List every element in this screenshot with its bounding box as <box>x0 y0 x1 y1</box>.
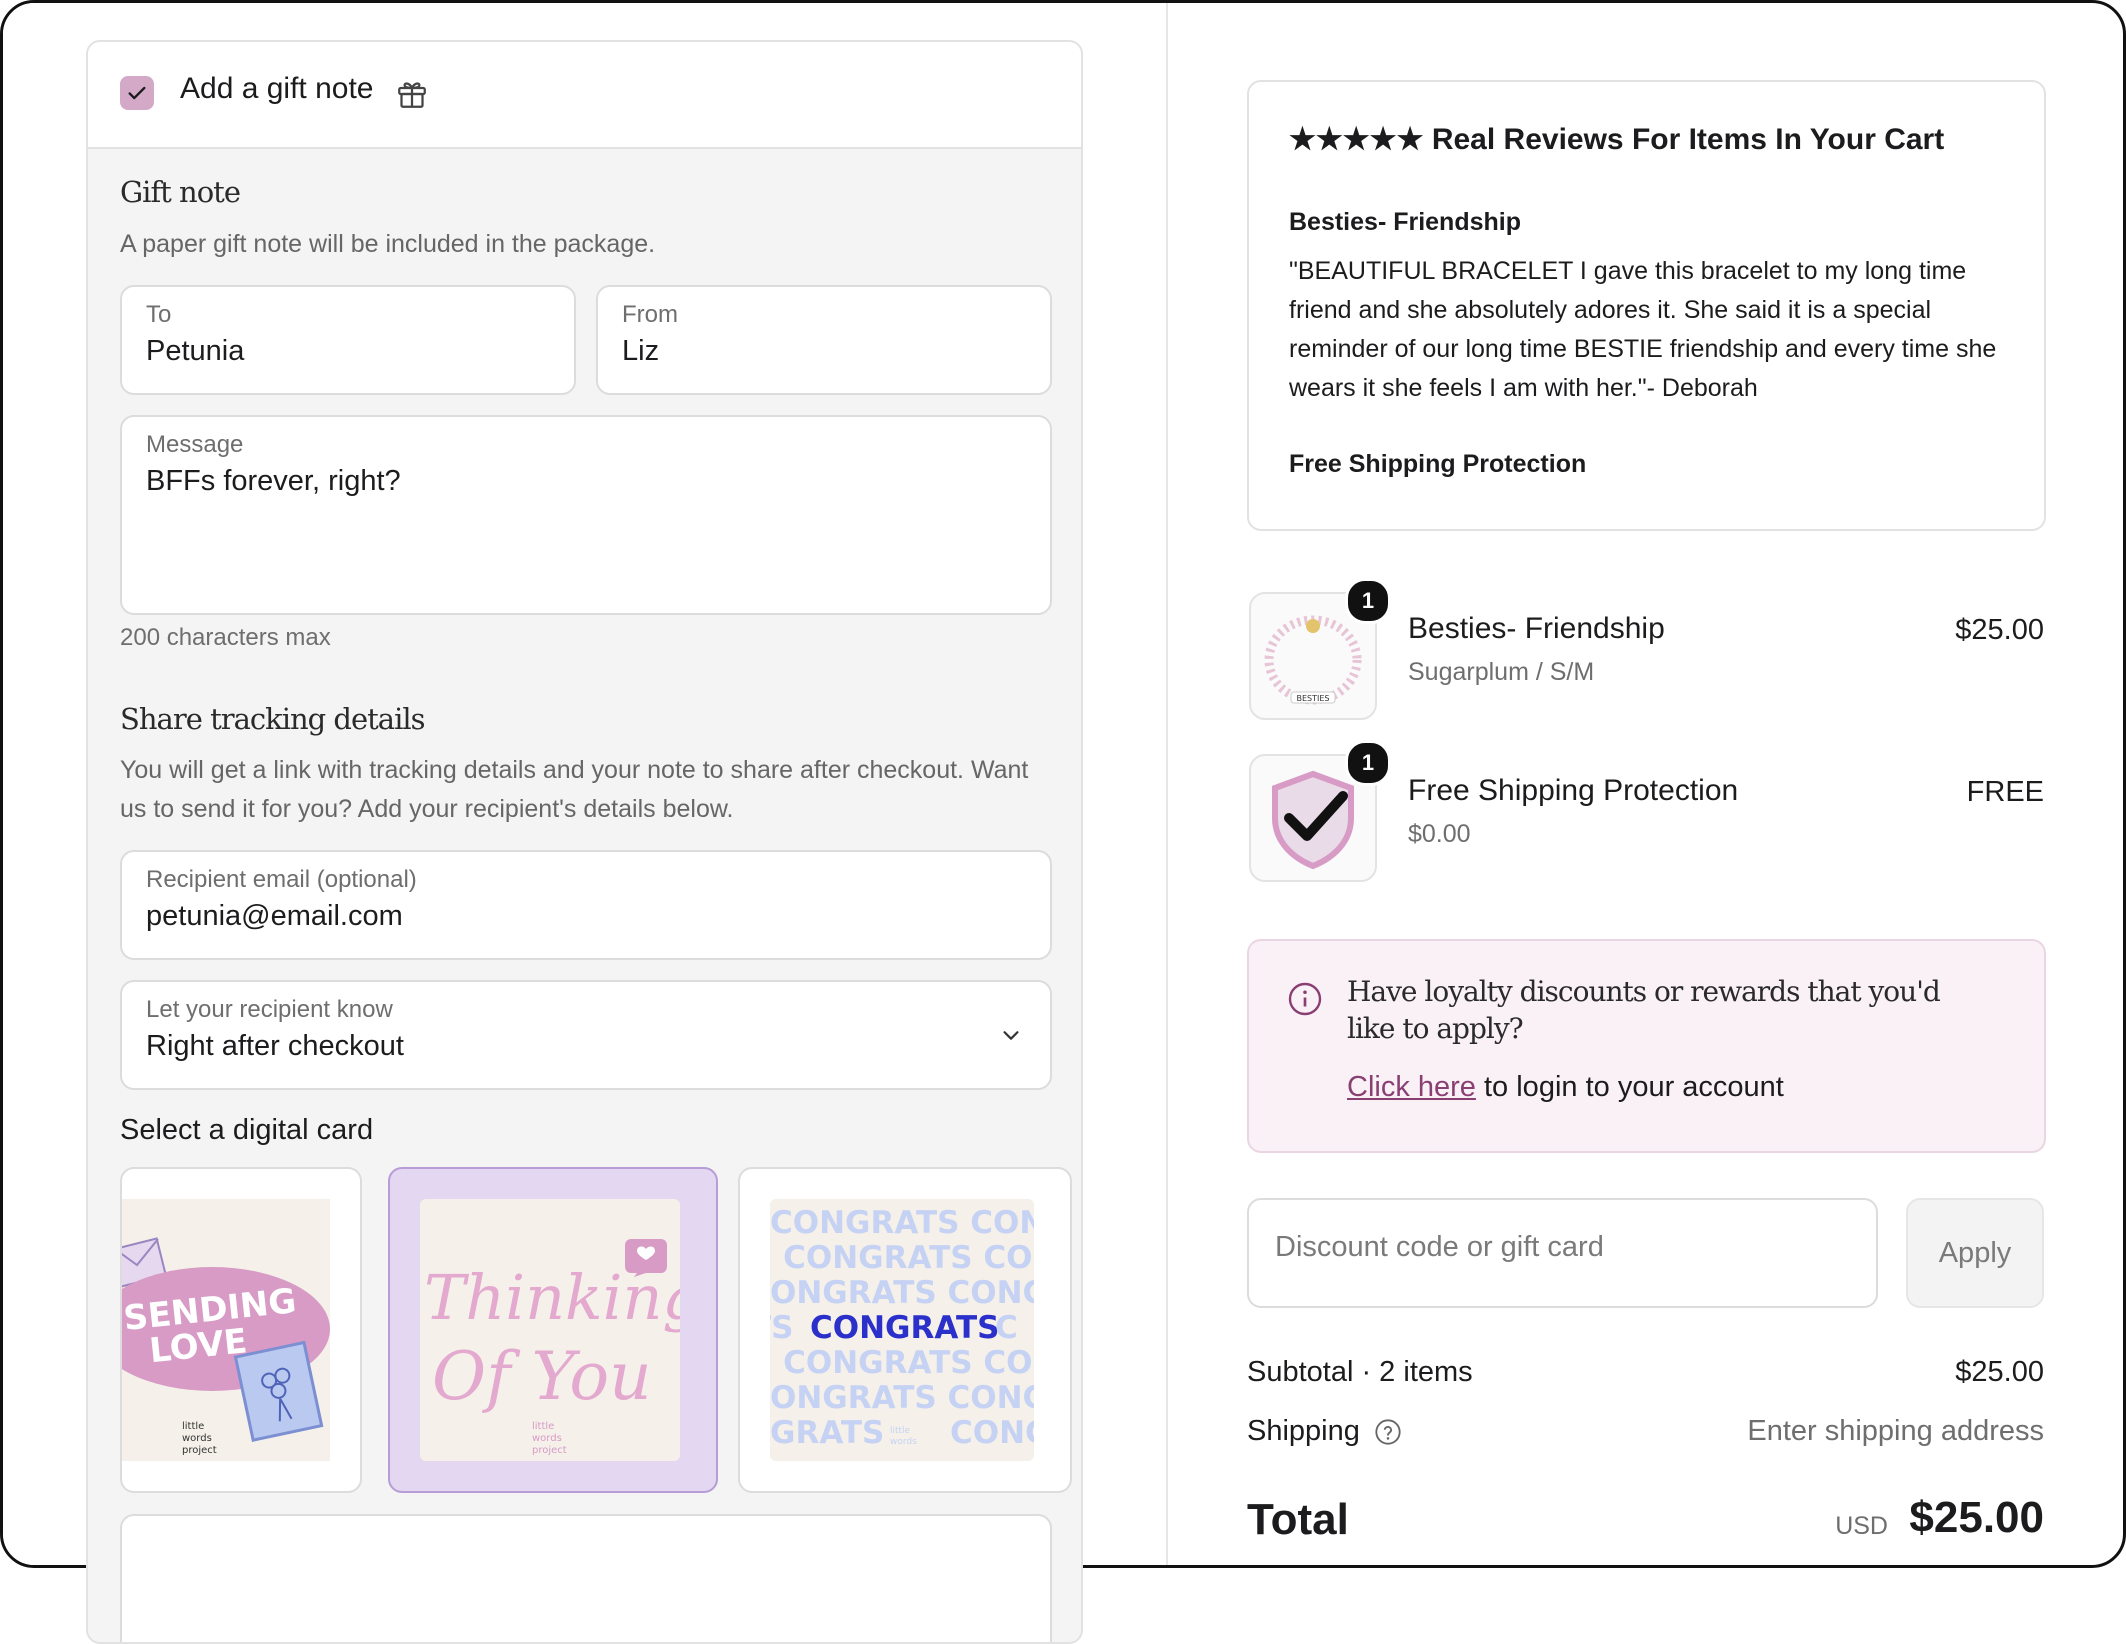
svg-text:project: project <box>532 1445 567 1456</box>
chevron-down-icon <box>1003 1031 1019 1040</box>
sending-love-art: SENDING LOVE little words project <box>122 1237 330 1456</box>
subtotal-value: $25.00 <box>1955 1356 2044 1388</box>
discount-field[interactable] <box>1247 1198 1878 1308</box>
shipping-label: Shipping <box>1247 1415 1360 1447</box>
digital-card-thinking-of-you[interactable]: Thinking Of You little words project <box>388 1167 718 1493</box>
card-image-thinking-of-you: Thinking Of You little words project <box>420 1199 680 1461</box>
svg-text:CONGRATS CONG: CONGRATS CONG <box>770 1205 1034 1241</box>
star-rating: ★★★★★ <box>1289 123 1424 156</box>
next-section-field <box>120 1514 1052 1642</box>
svg-text:ONGRATS CONGR: ONGRATS CONGR <box>770 1380 1034 1416</box>
item-variant: Sugarplum / S/M <box>1408 658 1595 686</box>
svg-text:CONGRATS: CONGRATS <box>810 1310 999 1346</box>
notify-value: Right after checkout <box>146 1030 404 1062</box>
item-name: Free Shipping Protection <box>1408 774 1739 807</box>
login-link[interactable]: Click here <box>1347 1071 1476 1103</box>
card-image-sending-love: SENDING LOVE little words project <box>122 1199 330 1461</box>
discount-input[interactable] <box>1273 1230 1837 1265</box>
recipient-email-field[interactable]: Recipient email (optional) petunia@email… <box>120 850 1052 960</box>
svg-text:TS: TS <box>770 1310 793 1346</box>
digital-card-congrats[interactable]: CONGRATS CONG S CONGRATS CON ONGRATS CON… <box>738 1167 1072 1493</box>
svg-text:little: little <box>182 1421 204 1432</box>
gift-note-title: Add a gift note <box>180 72 374 105</box>
loyalty-text: Have loyalty discounts or rewards that y… <box>1347 975 1941 1045</box>
reviews-title: ★★★★★ Real Reviews For Items In Your Car… <box>1289 122 1944 157</box>
gift-note-description: A paper gift note will be included in th… <box>120 230 656 258</box>
shipping-value: Enter shipping address <box>1747 1415 2044 1447</box>
gift-note-checkbox[interactable] <box>120 76 154 110</box>
item-price: FREE <box>1966 776 2044 808</box>
svg-text:CONG: CONG <box>950 1415 1034 1451</box>
recipient-email-label: Recipient email (optional) <box>146 866 417 893</box>
subtotal-label: Subtotal · 2 items <box>1247 1356 1473 1388</box>
svg-text:S CONGRATS CON: S CONGRATS CON <box>770 1345 1034 1381</box>
svg-text:S CONGRATS CON: S CONGRATS CON <box>770 1240 1034 1276</box>
to-value[interactable]: Petunia <box>146 335 244 368</box>
shipping-row: Shipping <box>1247 1415 1402 1448</box>
tracking-description-line1: You will get a link with tracking detail… <box>120 756 1029 784</box>
apply-button[interactable]: Apply <box>1906 1198 2044 1308</box>
qty-badge: 1 <box>1345 578 1391 624</box>
svg-text:Of You: Of You <box>432 1338 652 1415</box>
svg-text:BESTIES: BESTIES <box>1297 694 1330 703</box>
recipient-email-value[interactable]: petunia@email.com <box>146 900 403 933</box>
svg-text:project: project <box>182 1445 217 1456</box>
svg-text:ONGRATS CONGR: ONGRATS CONGR <box>770 1275 1034 1311</box>
svg-text:words: words <box>532 1433 562 1444</box>
svg-text:little: little <box>890 1426 911 1436</box>
congrats-art: CONGRATS CONG S CONGRATS CON ONGRATS CON… <box>770 1205 1034 1451</box>
review-text: "BEAUTIFUL BRACELET I gave this bracelet… <box>1289 257 1997 402</box>
item-variant: $0.00 <box>1408 820 1471 848</box>
svg-text:words: words <box>182 1433 212 1444</box>
item-name: Besties- Friendship <box>1408 612 1665 645</box>
total-label: Total <box>1247 1495 1349 1544</box>
reviews-box: ★★★★★ Real Reviews For Items In Your Car… <box>1247 80 2046 531</box>
qty-badge: 1 <box>1345 740 1391 786</box>
item-price: $25.00 <box>1955 614 2044 646</box>
review-product: Besties- Friendship <box>1289 208 1521 236</box>
svg-text:little: little <box>532 1421 554 1432</box>
tracking-description-line2: us to send it for you? Add your recipien… <box>120 795 734 823</box>
digital-card-heading: Select a digital card <box>120 1114 374 1146</box>
help-icon[interactable] <box>1374 1418 1402 1446</box>
gift-note-panel: Add a gift note Gift note A paper gift n… <box>86 40 1083 1644</box>
check-icon <box>128 86 146 100</box>
reviews-title-text: Real Reviews For Items In Your Cart <box>1431 123 1945 156</box>
from-value[interactable]: Liz <box>622 335 659 368</box>
login-link-suffix: to login to your account <box>1484 1071 1784 1103</box>
review-footer: Free Shipping Protection <box>1289 450 1587 478</box>
svg-text:Thinking: Thinking <box>424 1261 680 1334</box>
gift-note-heading: Gift note <box>120 175 241 209</box>
svg-text:GRATS: GRATS <box>770 1415 884 1451</box>
total-value: $25.00 <box>1909 1493 2044 1542</box>
tracking-heading: Share tracking details <box>120 702 426 736</box>
to-field[interactable]: To Petunia <box>120 285 576 395</box>
info-icon <box>1288 982 1322 1016</box>
column-divider <box>1166 3 1168 1565</box>
notify-label: Let your recipient know <box>146 996 393 1023</box>
from-label: From <box>622 301 678 328</box>
from-field[interactable]: From Liz <box>596 285 1052 395</box>
message-field[interactable]: Message BFFs forever, right? <box>120 415 1052 615</box>
svg-text:words: words <box>890 1437 917 1447</box>
total-currency: USD <box>1835 1512 1888 1540</box>
notify-recipient-select[interactable]: Let your recipient know Right after chec… <box>120 980 1052 1090</box>
gift-note-header[interactable]: Add a gift note <box>88 42 1081 149</box>
thinking-of-you-art: Thinking Of You little words project <box>424 1239 680 1456</box>
message-char-hint: 200 characters max <box>120 624 331 651</box>
card-image-congrats: CONGRATS CONG S CONGRATS CON ONGRATS CON… <box>770 1199 1034 1461</box>
message-value[interactable]: BFFs forever, right? <box>146 465 401 498</box>
to-label: To <box>146 301 172 328</box>
digital-card-sending-love[interactable]: SENDING LOVE little words project <box>120 1167 362 1493</box>
gift-icon <box>398 82 426 108</box>
message-label: Message <box>146 431 244 458</box>
svg-text:C: C <box>995 1310 1018 1346</box>
loyalty-banner: Have loyalty discounts or rewards that y… <box>1247 939 2046 1153</box>
loyalty-login-row: Click here to login to your account <box>1347 1071 1784 1104</box>
